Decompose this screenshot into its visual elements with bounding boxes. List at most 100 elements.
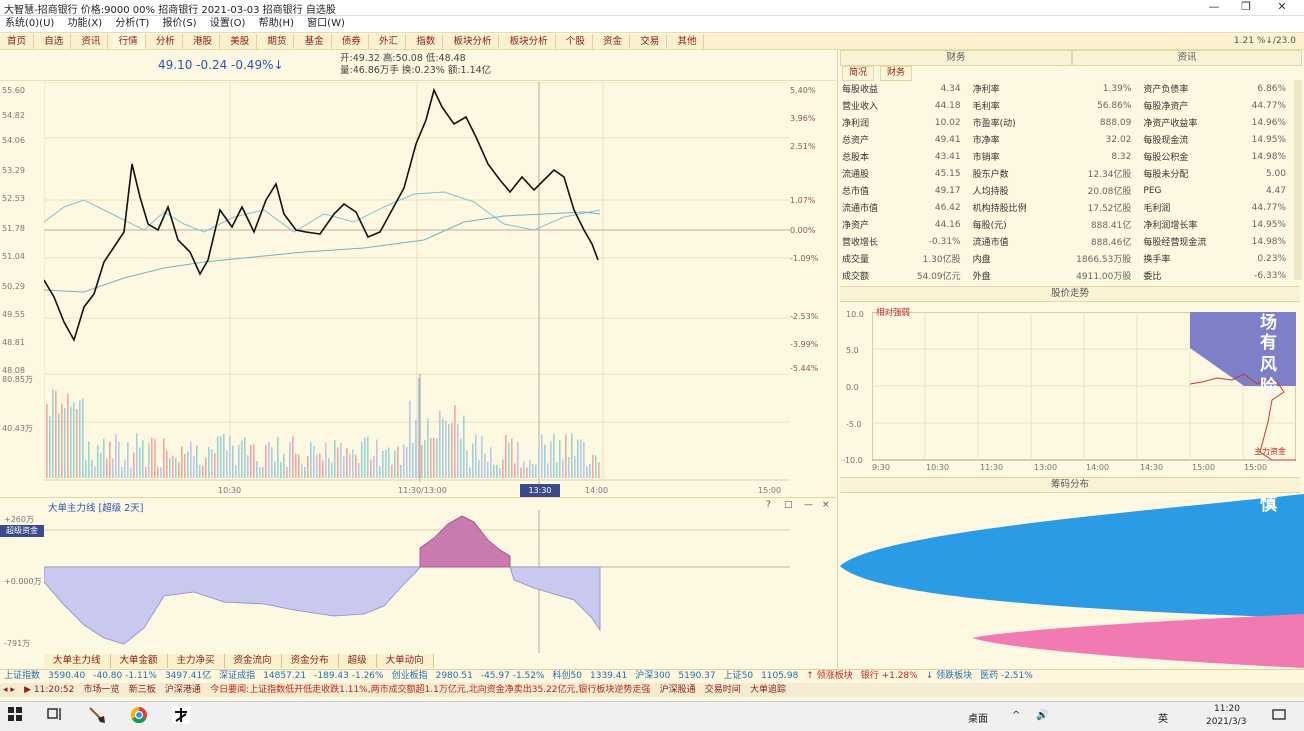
tab-index[interactable]: 指数 — [409, 34, 444, 49]
tab-info[interactable]: 资讯 — [1072, 50, 1302, 66]
status-news[interactable]: 今日要闻:上证指数低开低走收跌1.11%,两市成交额超1.1万亿元,北向资金净卖… — [207, 685, 653, 695]
ticker-item[interactable]: 1339.41 — [586, 671, 631, 681]
ticker-item[interactable]: 5190.37 — [674, 671, 719, 681]
help-icon[interactable]: ? — [766, 500, 771, 510]
status-nav[interactable]: ◂ ▸ — [0, 685, 18, 695]
ticker-item[interactable]: 沪深300 — [631, 671, 674, 681]
tab-capital[interactable]: 资金 — [596, 34, 631, 49]
volume-bar — [373, 455, 375, 478]
tab-finance[interactable]: 财务 — [840, 50, 1072, 66]
finance-value: 14.95% — [1251, 219, 1286, 230]
indicator-tab[interactable]: 超级 — [338, 654, 377, 668]
broom-app-icon[interactable] — [86, 706, 108, 728]
close-icon[interactable]: × — [822, 500, 830, 510]
tray-desktop[interactable]: 桌面 — [968, 710, 988, 725]
status-bigorder[interactable]: 大单追踪 — [747, 685, 789, 695]
dazhihui-app-icon[interactable] — [170, 706, 192, 728]
ticker-item[interactable]: 深证成指 — [215, 671, 259, 681]
indicator-tab[interactable]: 大单动向 — [376, 654, 434, 668]
tab-funds[interactable]: 基金 — [298, 34, 332, 49]
status-neeq[interactable]: 新三板 — [126, 685, 159, 695]
volume-bar — [514, 463, 516, 478]
menu-settings[interactable]: 设置(O) — [205, 16, 251, 32]
volume-bar — [394, 450, 396, 478]
scrollbar[interactable] — [1294, 80, 1302, 280]
tab-home[interactable]: 首页 — [0, 34, 35, 49]
close-button[interactable]: ✕ — [1264, 0, 1300, 15]
volume-bar — [484, 453, 486, 478]
tray-clock-date[interactable]: 2021/3/3 — [1206, 717, 1246, 727]
ticker-item[interactable]: 3590.40 — [44, 671, 89, 681]
tab-futures[interactable]: 期货 — [260, 34, 295, 49]
volume-bar — [355, 454, 357, 478]
tab-trade[interactable]: 交易 — [633, 34, 668, 49]
ticker-item[interactable]: 1105.98 — [757, 671, 802, 681]
quote-header: 49.10 -0.24 -0.49%↓ 开:49.32 高:50.08 低:48… — [0, 50, 836, 81]
indicator-tab[interactable]: 资金分布 — [281, 654, 339, 668]
maximize-button[interactable]: ❐ — [1228, 0, 1264, 15]
subtab-finance[interactable]: 财务 — [880, 66, 913, 81]
tab-bonds[interactable]: 债券 — [335, 34, 369, 49]
finance-label: 资产负债率 — [1143, 85, 1189, 95]
ticker-item[interactable]: -45.97 -1.52% — [477, 671, 549, 681]
notification-icon[interactable] — [1268, 706, 1290, 728]
tab-watchlist[interactable]: 自选 — [37, 34, 72, 49]
ticker-item[interactable]: 14857.21 — [259, 671, 310, 681]
minimize-icon[interactable]: — — [804, 500, 813, 510]
tray-chevron[interactable]: ^ — [1012, 710, 1020, 721]
watermark-char: 慎 — [1260, 495, 1277, 515]
ticker-item[interactable]: 科创50 — [549, 671, 586, 681]
volume-bar — [325, 442, 327, 478]
minimize-button[interactable]: — — [1196, 0, 1232, 15]
ticker-item[interactable]: 上证指数 — [0, 671, 44, 681]
ticker-item[interactable]: -40.80 -1.11% — [89, 671, 161, 681]
volume-bar — [82, 398, 84, 478]
task-view-icon[interactable] — [44, 706, 66, 728]
tab-market[interactable]: 行情 — [111, 34, 146, 49]
ticker-item[interactable]: 上证50 — [720, 671, 757, 681]
tab-sector[interactable]: 板块分析 — [446, 34, 500, 49]
ticker-item[interactable]: 3497.41亿 — [161, 671, 215, 681]
menu-function[interactable]: 功能(X) — [62, 16, 107, 32]
tab-us[interactable]: 美股 — [223, 34, 258, 49]
volume-bar — [211, 449, 213, 478]
indicator-tab[interactable]: 主力净买 — [167, 654, 225, 668]
ticker-item[interactable]: 2980.51 — [432, 671, 477, 681]
ticker-item[interactable]: ↑ 领涨板块 — [802, 671, 856, 681]
tab-hk[interactable]: 港股 — [186, 34, 221, 49]
indicator-tab[interactable]: 资金流向 — [224, 654, 282, 668]
subtab-overview[interactable]: 简况 — [842, 66, 875, 81]
time-label: 11:30/13:00 — [398, 486, 447, 495]
status-connect[interactable]: 沪深港通 — [162, 685, 204, 695]
menu-help[interactable]: 帮助(H) — [254, 16, 299, 32]
tray-ime[interactable]: 英 — [1158, 710, 1168, 725]
chrome-icon[interactable] — [128, 706, 150, 728]
menu-system[interactable]: 系统(0)(U) — [0, 16, 59, 32]
volume-bar — [154, 438, 156, 478]
tray-clock-time[interactable]: 11:20 — [1214, 704, 1240, 714]
indicator-tab[interactable]: 大单金额 — [110, 654, 168, 668]
menu-window[interactable]: 窗口(W) — [302, 16, 350, 32]
windows-start-icon[interactable] — [4, 706, 26, 728]
tab-news[interactable]: 资讯 — [74, 34, 109, 49]
tab-stock[interactable]: 个股 — [559, 34, 593, 49]
ticker-item[interactable]: ↓ 领跌板块 — [922, 671, 976, 681]
tab-analysis[interactable]: 分析 — [149, 34, 183, 49]
ticker-item[interactable]: 创业板指 — [388, 671, 432, 681]
ticker-item[interactable]: 银行 +1.28% — [857, 671, 922, 681]
ticker-item[interactable]: -189.43 -1.26% — [310, 671, 387, 681]
volume-bar — [277, 436, 279, 478]
tray-volume-icon[interactable]: 🔊 — [1036, 710, 1048, 721]
status-hsgt[interactable]: 沪深股通 — [657, 685, 699, 695]
status-market[interactable]: 市场一览 — [80, 685, 122, 695]
tab-forex[interactable]: 外汇 — [372, 34, 407, 49]
volume-bar — [217, 436, 219, 478]
menu-analysis[interactable]: 分析(T) — [110, 16, 154, 32]
window-icon[interactable]: □ — [784, 500, 793, 510]
menu-quote[interactable]: 报价(S) — [157, 16, 201, 32]
tab-sector-2[interactable]: 板块分析 — [503, 34, 556, 49]
tab-other[interactable]: 其他 — [670, 34, 705, 49]
ticker-item[interactable]: 医药 -2.51% — [976, 671, 1037, 681]
volume-bar — [562, 459, 564, 478]
indicator-tab[interactable]: 大单主力线 — [44, 654, 111, 668]
